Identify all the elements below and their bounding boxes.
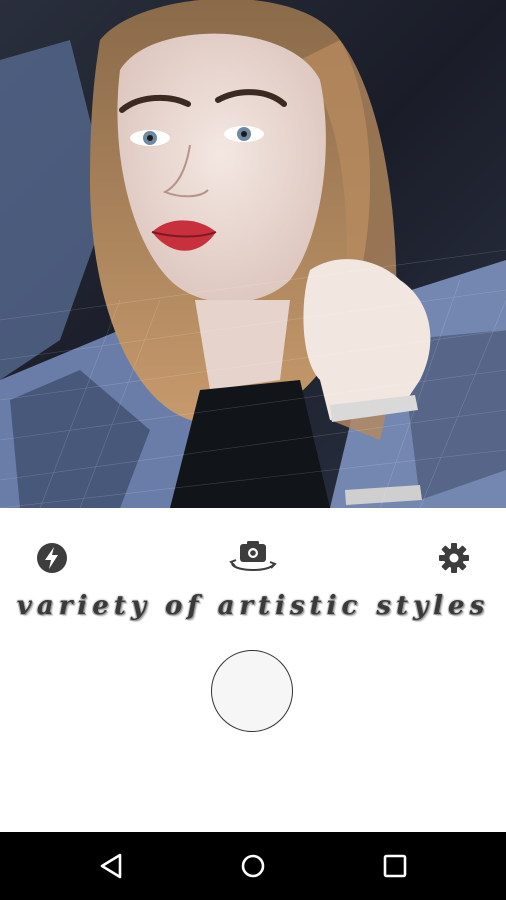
gear-icon[interactable]: [436, 540, 472, 576]
artistic-styles-tagline: variety of artistic styles: [16, 591, 490, 621]
artistic-photo-preview: [0, 0, 506, 508]
shutter-button[interactable]: [211, 650, 293, 732]
portrait-image: [0, 0, 506, 508]
camera-controls-panel: variety of artistic styles: [0, 508, 506, 832]
flash-icon[interactable]: [34, 540, 70, 576]
switch-camera-icon[interactable]: [226, 538, 280, 578]
home-circle-icon[interactable]: [237, 850, 269, 882]
back-triangle-icon[interactable]: [96, 850, 128, 882]
android-navigation-bar: [0, 832, 506, 900]
recent-apps-square-icon[interactable]: [379, 850, 411, 882]
